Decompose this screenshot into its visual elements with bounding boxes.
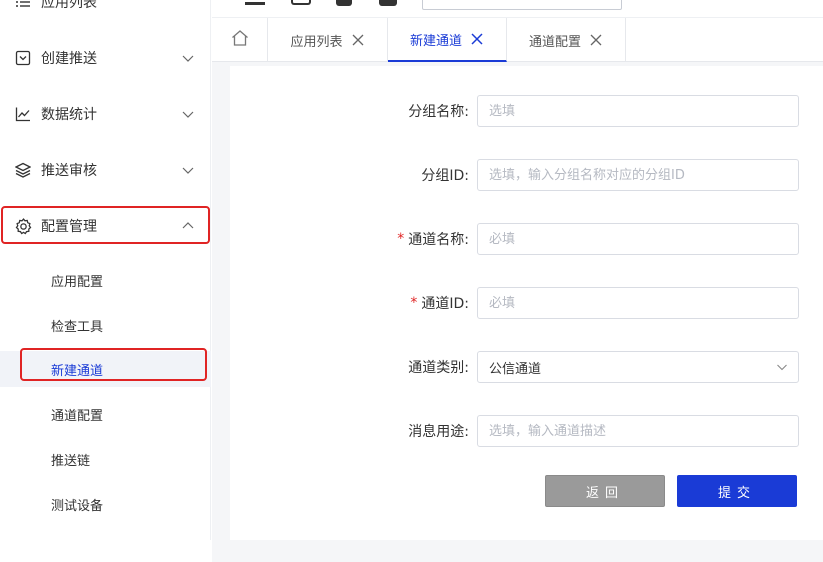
form-row-group-name: 分组名称: [230,95,823,127]
group-id-input[interactable] [477,159,799,191]
back-button[interactable]: 返回 [545,475,665,507]
send-box-icon [14,49,32,67]
sidebar-item-create-push[interactable]: 创建推送 [0,38,211,78]
tab-label: 通道配置 [528,34,581,50]
chevron-down-icon [181,51,195,65]
subitem-label: 检查工具 [51,319,104,335]
form-row-channel-id: * 通道ID: [230,287,823,319]
list-icon [14,0,32,11]
tab-channel-config[interactable]: 通道配置 [507,18,626,62]
submit-button[interactable]: 提交 [677,475,797,507]
required-mark: * [397,231,405,247]
form-row-message-usage: 消息用途: [230,415,823,447]
tab-label: 应用列表 [290,34,343,50]
subitem-label: 测试设备 [51,498,104,514]
layers-icon [14,161,32,179]
subitem-label: 推送链 [51,453,91,469]
select-value: 公信通道 [489,361,542,377]
highlight-box-new-channel [20,348,207,381]
field-label: 分组ID: [421,168,469,184]
sidebar-item-statistics[interactable]: 数据统计 [0,94,211,134]
refresh-icon[interactable] [291,0,311,5]
tab-home[interactable] [212,18,268,62]
field-label: * 通道名称: [397,231,469,248]
menu-toggle-icon[interactable] [245,2,265,5]
close-icon[interactable] [589,33,603,47]
subitem-label: 应用配置 [51,274,104,290]
tab-app-list[interactable]: 应用列表 [268,18,388,62]
sidebar-subitem-test-device[interactable]: 测试设备 [0,486,211,522]
chevron-down-icon [181,163,195,177]
home-icon [230,28,250,52]
tab-new-channel[interactable]: 新建通道 [388,18,507,62]
line-chart-icon [14,105,32,123]
form-row-channel-name: * 通道名称: [230,223,823,255]
document-icon[interactable] [336,0,352,6]
channel-type-select[interactable]: 公信通道 [477,351,799,383]
sidebar-item-review[interactable]: 推送审核 [0,150,211,190]
sidebar-item-app-list[interactable]: 应用列表 [0,0,211,22]
sidebar-item-label: 数据统计 [41,107,97,123]
help-icon[interactable] [379,0,397,6]
chevron-down-icon [776,361,788,373]
sidebar-item-label: 应用列表 [41,0,97,11]
required-mark: * [410,295,418,311]
close-icon[interactable] [351,33,365,47]
sidebar-subitem-channel-config[interactable]: 通道配置 [0,396,211,432]
subitem-label: 通道配置 [51,408,104,424]
search-input[interactable] [422,0,622,10]
sidebar-subitem-app-config[interactable]: 应用配置 [0,262,211,298]
field-label: 消息用途: [408,424,469,440]
highlight-box-config-management [1,206,210,244]
field-label: 通道类别: [408,360,469,376]
field-label: * 通道ID: [410,295,469,312]
sidebar-item-label: 创建推送 [41,51,97,67]
message-usage-input[interactable] [477,415,799,447]
form-row-group-id: 分组ID: [230,159,823,191]
sidebar-subitem-push-chain[interactable]: 推送链 [0,441,211,477]
channel-id-input[interactable] [477,287,799,319]
channel-name-input[interactable] [477,223,799,255]
tab-label: 新建通道 [409,33,462,49]
tab-bar: 应用列表 新建通道 通道配置 [212,18,823,62]
group-name-input[interactable] [477,95,799,127]
chevron-down-icon [181,107,195,121]
close-icon[interactable] [470,32,484,46]
sidebar-item-label: 推送审核 [41,163,97,179]
sidebar: 应用列表 创建推送 数据统计 推送审核 配置管理 应用配置 检查工具 新建通道 … [0,0,211,540]
top-toolbar [212,0,823,18]
form-row-channel-type: 通道类别: 公信通道 [230,351,823,383]
field-label: 分组名称: [408,104,469,120]
sidebar-subitem-check-tool[interactable]: 检查工具 [0,307,211,343]
